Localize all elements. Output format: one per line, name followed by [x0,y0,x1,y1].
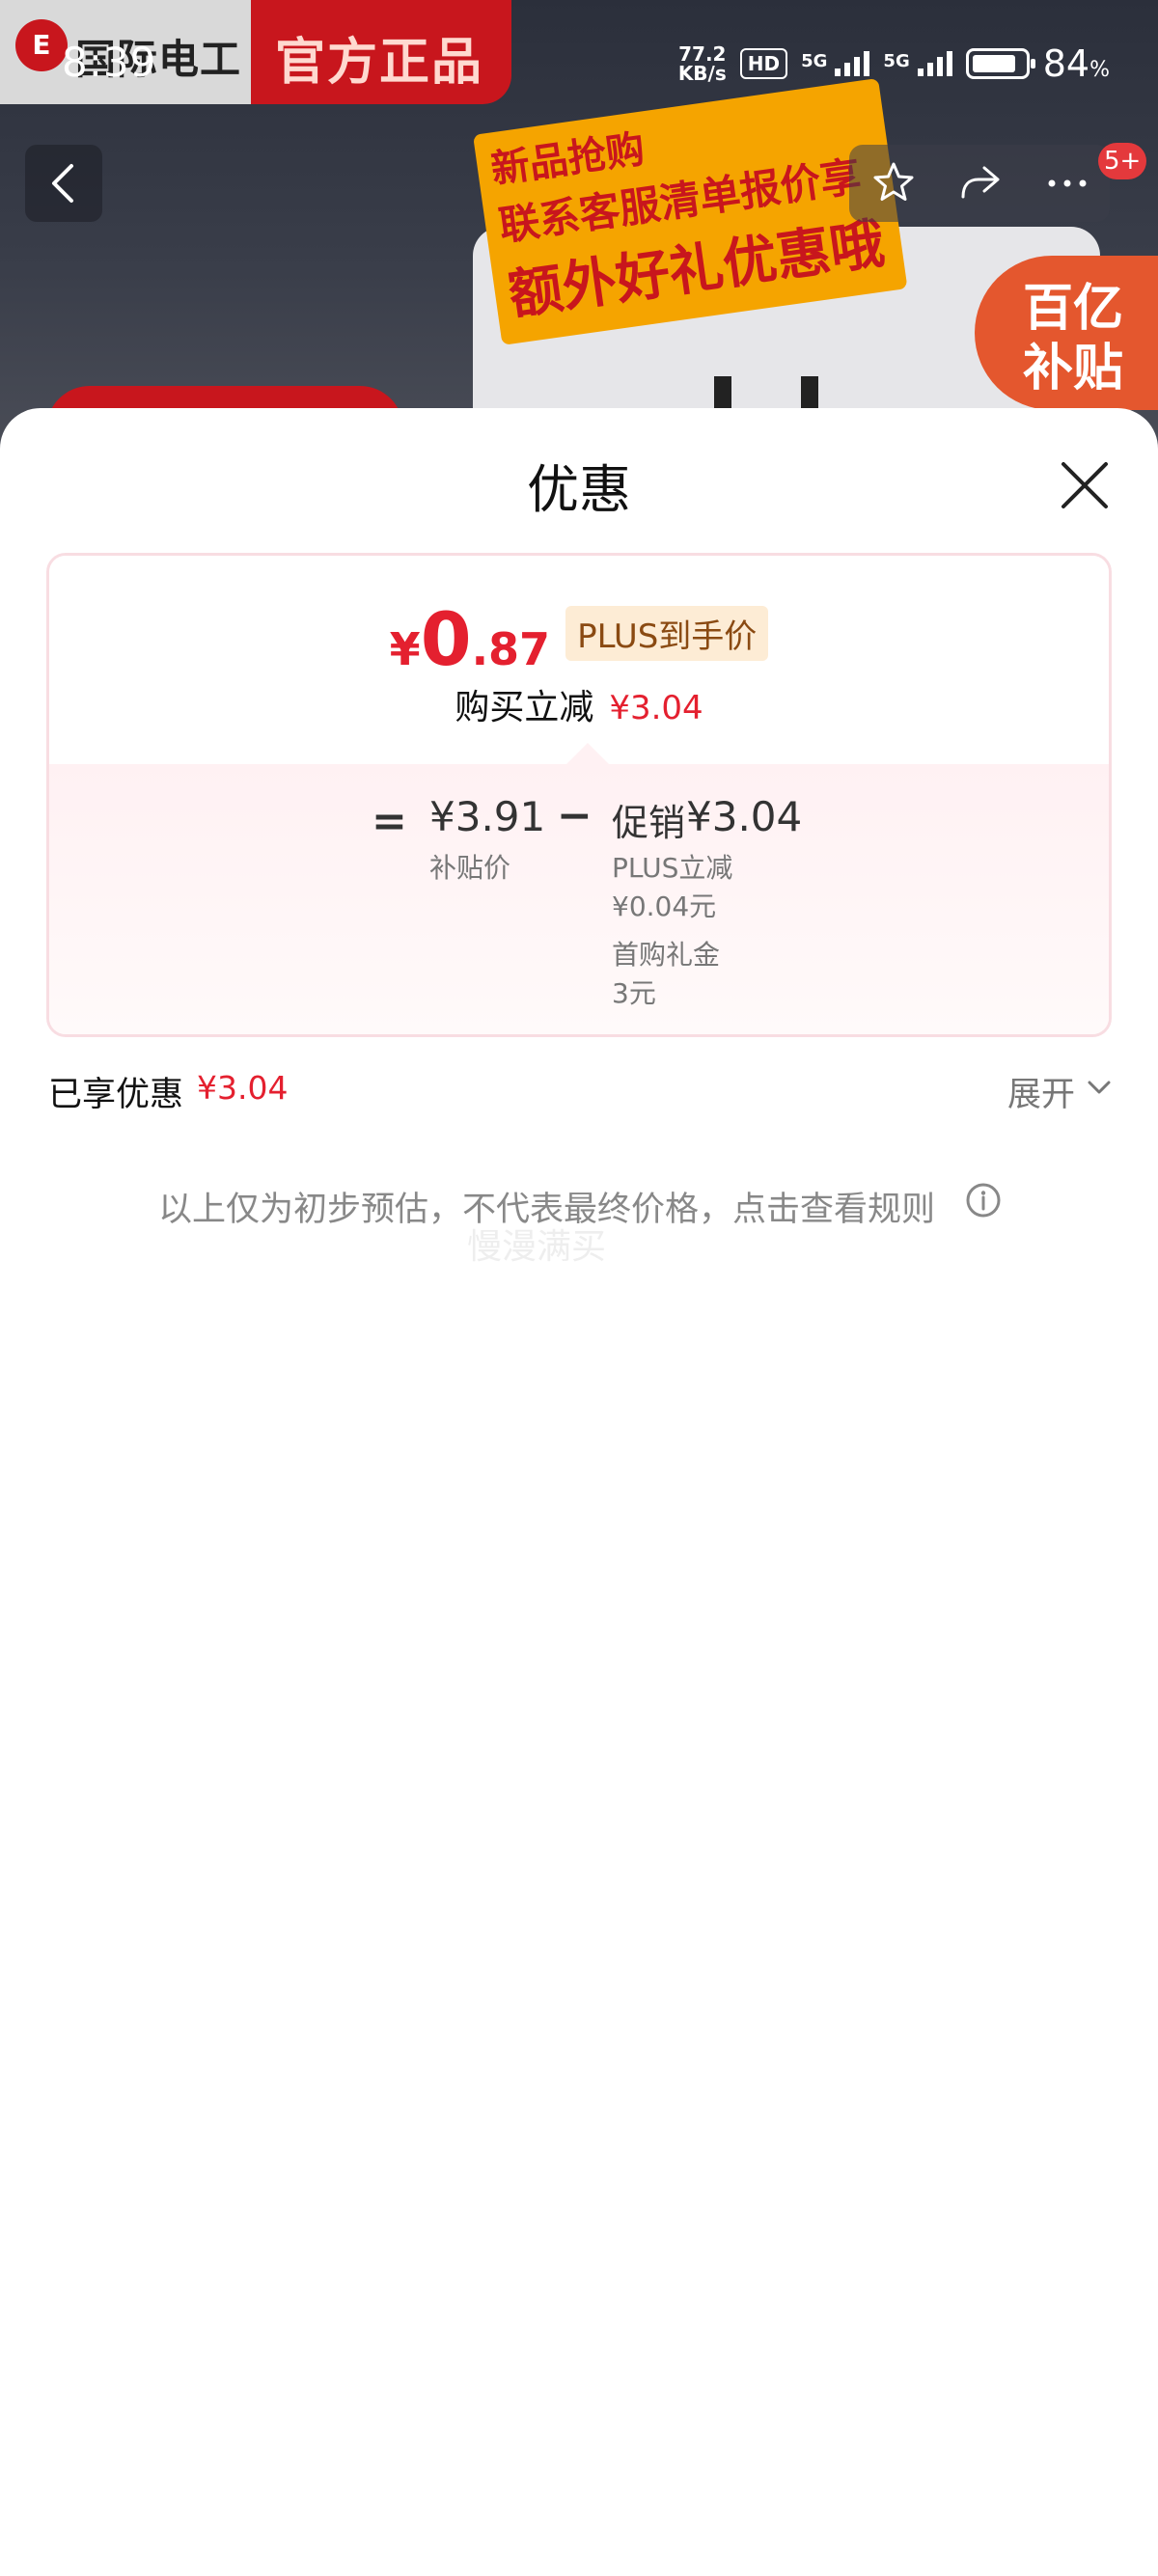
subsidy-price: ¥3.91 [429,793,546,840]
first-purchase-gift-value: 3元 [612,977,656,1009]
network-type-1: 5G [801,51,828,71]
expand-button[interactable]: 展开 [1007,1067,1075,1116]
signal-icon: 5G [801,51,870,76]
brand-tag: 官方正品 [275,34,484,92]
promo-amount: ¥3.04 [686,793,803,840]
price-decimal: .87 [471,623,551,675]
sheet-title: 优惠 [527,459,631,520]
nav-actions [849,145,1110,222]
back-button[interactable] [25,145,102,222]
network-speed-value: 77.2 [678,42,727,66]
price-integer: 0 [420,596,472,682]
reduce-row: 购买立减 ¥3.04 [49,679,1109,729]
status-time: 8:39 [62,39,157,86]
final-price: ¥ 0 .87 PLUS到手价 [49,596,1109,682]
network-speed: 77.2 KB/s [678,44,727,83]
price-card: ¥ 0 .87 PLUS到手价 购买立减 ¥3.04 = ¥3.91 补贴价 − … [46,553,1112,1037]
close-icon[interactable] [1056,456,1114,514]
discount-sheet: 优惠 ¥ 0 .87 PLUS到手价 购买立减 ¥3.04 = ¥3.91 补贴价… [0,408,1158,2576]
equals-sign: = [372,797,407,846]
price-currency: ¥ [389,623,421,675]
network-type-2: 5G [883,51,910,71]
subsidy-badge: 百亿 补贴 [975,256,1158,410]
status-icons: 77.2 KB/s HD 5G 5G 84% [678,42,1110,85]
notification-badge: 5+ [1098,143,1147,179]
hd-icon: HD [739,48,788,79]
plus-discount-value: ¥0.04元 [612,891,717,922]
network-speed-unit: KB/s [677,62,727,85]
subsidy-price-label: 补贴价 [429,852,511,884]
info-icon[interactable] [965,1182,1002,1219]
battery-icon [965,48,1035,79]
chevron-left-icon [52,164,73,203]
first-purchase-gift-label: 首购礼金 [612,939,721,971]
plus-discount-label: PLUS立减 [612,852,733,884]
star-icon[interactable] [868,158,919,208]
enjoyed-discount-amount: ¥3.04 [197,1069,289,1107]
subsidy-line-2: 补贴 [1023,340,1124,397]
chevron-down-icon[interactable] [1087,1080,1112,1095]
minus-sign: − [557,791,593,840]
reduce-label: 购买立减 [455,688,594,727]
reduce-amount: ¥3.04 [609,689,703,727]
more-icon[interactable] [1042,158,1092,208]
signal-icon: 5G [883,51,952,76]
battery-percent: 84% [1042,42,1110,85]
subsidy-line-1: 百亿 [1023,280,1124,338]
watermark: 慢漫满买 [467,1227,607,1267]
promo-label: 促销 [612,802,686,844]
brand-logo: E [15,19,68,71]
plus-price-tag: PLUS到手价 [565,606,769,661]
share-icon[interactable] [955,158,1006,208]
enjoyed-discount-label: 已享优惠 [48,1076,184,1114]
